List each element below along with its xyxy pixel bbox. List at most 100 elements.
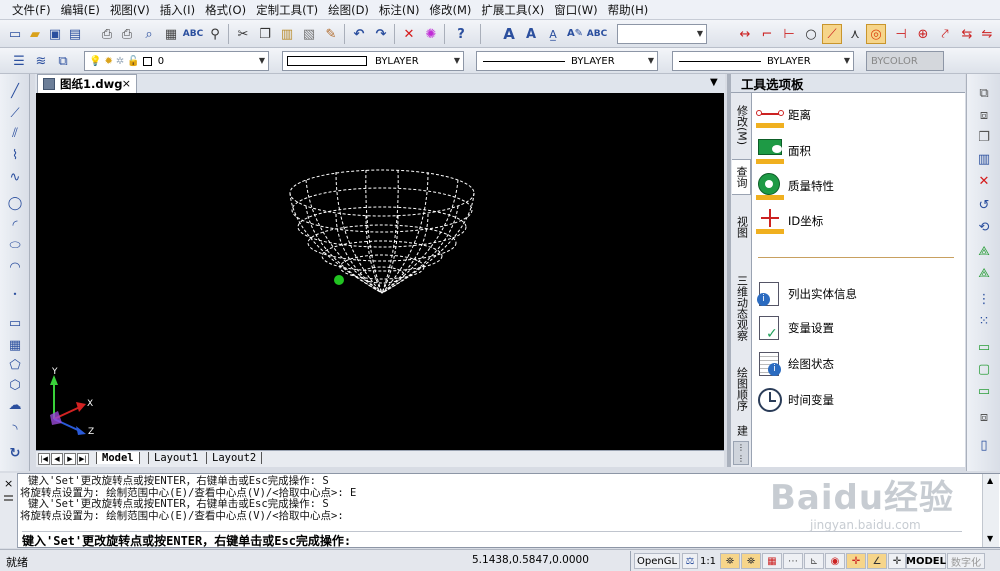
palette-item-mass[interactable]: 质量特性 bbox=[756, 171, 834, 201]
text-style-combo[interactable]: ▼ bbox=[617, 24, 707, 44]
dim-radius-icon[interactable]: ○ bbox=[802, 25, 820, 43]
save-as-icon[interactable]: ▤ bbox=[66, 25, 84, 43]
3d-orbit-icon[interactable]: ↻ bbox=[6, 444, 24, 462]
open-file-icon[interactable]: ▰ bbox=[26, 25, 44, 43]
find-text-icon[interactable]: A✎ bbox=[566, 25, 584, 43]
dim-aligned-icon[interactable]: ⌐ bbox=[758, 25, 776, 43]
copy-clip-icon[interactable]: ▧ bbox=[300, 25, 318, 43]
dim-linear-icon[interactable]: ↔ bbox=[736, 25, 754, 43]
menu-format[interactable]: 格式(O) bbox=[199, 2, 250, 18]
annotation-scale-icon[interactable]: ⚖ bbox=[682, 553, 698, 569]
text-icon[interactable]: A bbox=[522, 25, 540, 43]
extend-icon[interactable]: ⋮ bbox=[975, 290, 993, 308]
mirror-icon[interactable]: ⧈ bbox=[975, 106, 993, 124]
bars-icon[interactable]: ▯ bbox=[975, 436, 993, 454]
command-scrollbar[interactable]: ▲ ▼ bbox=[982, 474, 999, 547]
drawing-canvas[interactable]: Y X Z bbox=[36, 93, 724, 450]
layer-state-icon[interactable]: ≋ bbox=[32, 52, 50, 70]
palette-tab-build[interactable]: 建 bbox=[732, 421, 751, 439]
paste-icon[interactable]: ▥ bbox=[278, 25, 296, 43]
auto-scale-icon[interactable]: ⛯ bbox=[741, 553, 761, 569]
circle-icon[interactable]: ◯ bbox=[6, 194, 24, 212]
prev-layout-button[interactable]: ◀ bbox=[51, 453, 63, 465]
save-icon[interactable]: ▣ bbox=[46, 25, 64, 43]
osnap-icon[interactable]: ✛ bbox=[846, 553, 866, 569]
scroll-up-icon[interactable]: ▲ bbox=[987, 476, 993, 485]
digitizer-toggle[interactable]: 数字化 bbox=[947, 553, 985, 569]
palette-tab-draworder[interactable]: 绘图顺序 bbox=[732, 359, 751, 419]
next-layout-button[interactable]: ▶ bbox=[64, 453, 76, 465]
stretch-icon[interactable]: ⟁ bbox=[975, 242, 993, 260]
wipeout-icon[interactable]: ◝ bbox=[6, 420, 24, 438]
polyline-icon[interactable]: ⌇ bbox=[6, 146, 24, 164]
menu-file[interactable]: 文件(F) bbox=[6, 2, 55, 18]
copy-object-icon[interactable]: ⧉ bbox=[975, 84, 993, 102]
linetype-combo[interactable]: BYLAYER ▼ bbox=[476, 51, 658, 71]
dim-edit-icon[interactable]: ⇆ bbox=[958, 25, 976, 43]
purge-icon[interactable]: ✺ bbox=[422, 25, 440, 43]
redo-icon[interactable]: ↷ bbox=[372, 25, 390, 43]
model-space-toggle[interactable]: MODEL bbox=[906, 553, 946, 569]
revision-cloud-icon[interactable]: ☁ bbox=[6, 396, 24, 414]
print-preview-icon[interactable]: ⌕ bbox=[140, 25, 158, 43]
grid-icon[interactable]: ⋯ bbox=[783, 553, 803, 569]
polar-icon[interactable]: ◉ bbox=[825, 553, 845, 569]
document-tab[interactable]: 图纸1.dwg × bbox=[37, 74, 137, 93]
menu-view[interactable]: 视图(V) bbox=[104, 2, 154, 18]
dim-baseline-icon[interactable]: ⊢ bbox=[780, 25, 798, 43]
publish-icon[interactable]: ▦ bbox=[162, 25, 180, 43]
tolerance-icon[interactable]: ⊕ bbox=[914, 25, 932, 43]
palette-item-setvar[interactable]: ✓ 变量设置 bbox=[756, 313, 834, 343]
erase-icon[interactable]: ✕ bbox=[400, 25, 418, 43]
ortho-icon[interactable]: ⊾ bbox=[804, 553, 824, 569]
first-layout-button[interactable]: |◀ bbox=[38, 453, 50, 465]
scroll-down-icon[interactable]: ▼ bbox=[987, 534, 993, 543]
point-icon[interactable]: • bbox=[6, 286, 24, 304]
dynamic-input-icon[interactable]: ✛ bbox=[888, 553, 906, 569]
trim-icon[interactable]: ⟁ bbox=[975, 264, 993, 282]
construction-line-icon[interactable]: ⟋ bbox=[6, 104, 24, 122]
3d-box-icon[interactable]: ⧈ bbox=[975, 408, 993, 426]
menu-dimension[interactable]: 标注(N) bbox=[373, 2, 424, 18]
layer-manager-icon[interactable]: ☰ bbox=[10, 52, 28, 70]
palette-item-distance[interactable]: 距离 bbox=[756, 100, 811, 130]
palette-item-list[interactable]: i 列出实体信息 bbox=[756, 279, 857, 309]
edit-text-icon[interactable]: A̲ bbox=[544, 25, 562, 43]
cut-icon[interactable]: ✂ bbox=[234, 25, 252, 43]
copy-icon[interactable]: ❐ bbox=[256, 25, 274, 43]
ellipse-icon[interactable]: ⬭ bbox=[6, 236, 24, 254]
command-close-icon[interactable]: × bbox=[4, 477, 13, 490]
rectangle-icon[interactable]: ▭ bbox=[6, 314, 24, 332]
palette-tab-scroll-icon[interactable]: ⋮ ⋮ bbox=[733, 441, 749, 465]
array-icon[interactable]: ▥ bbox=[975, 150, 993, 168]
undo-icon[interactable]: ↶ bbox=[350, 25, 368, 43]
dim-angular-icon[interactable]: ⟋ bbox=[822, 24, 842, 44]
menu-edit[interactable]: 编辑(E) bbox=[55, 2, 104, 18]
dim-update-icon[interactable]: ⇋ bbox=[978, 25, 996, 43]
tab-list-arrow-icon[interactable]: ▼ bbox=[710, 77, 718, 88]
help-icon[interactable]: ? bbox=[452, 25, 470, 43]
palette-item-status[interactable]: i 绘图状态 bbox=[756, 349, 834, 379]
lineweight-combo[interactable]: BYLAYER ▼ bbox=[672, 51, 854, 71]
fillet-icon[interactable]: ▢ bbox=[975, 360, 993, 378]
opengl-toggle[interactable]: OpenGL bbox=[634, 553, 680, 569]
palette-tab-modify[interactable]: 修改(M) bbox=[732, 97, 751, 153]
layer-previous-icon[interactable]: ⧉ bbox=[54, 52, 72, 70]
menu-window[interactable]: 窗口(W) bbox=[548, 2, 601, 18]
ellipse-arc-icon[interactable]: ◠ bbox=[6, 258, 24, 276]
annotation-scale-value[interactable]: 1:1 bbox=[698, 553, 718, 569]
layout-tab-model[interactable]: Model bbox=[96, 452, 140, 464]
last-layout-button[interactable]: ▶| bbox=[77, 453, 89, 465]
rotate-icon[interactable]: ↺ bbox=[975, 196, 993, 214]
dim-continue-icon[interactable]: ⊣ bbox=[892, 25, 910, 43]
print-icon[interactable]: ⎙ bbox=[98, 25, 116, 43]
spline-icon[interactable]: ∿ bbox=[6, 168, 24, 186]
text-style-icon[interactable]: A bbox=[500, 25, 518, 43]
multiline-icon[interactable]: ⫽ bbox=[6, 124, 24, 142]
layer-combo[interactable]: 💡 ✹ ✲ 🔓 0 ▼ bbox=[84, 51, 269, 71]
match-properties-icon[interactable]: ✎ bbox=[322, 25, 340, 43]
palette-tab-3dorbit[interactable]: 三维动态观察 bbox=[732, 263, 751, 353]
explode-icon[interactable]: ▭ bbox=[975, 382, 993, 400]
arc-icon[interactable]: ◜ bbox=[6, 216, 24, 234]
snap-icon[interactable]: ▦ bbox=[762, 553, 782, 569]
